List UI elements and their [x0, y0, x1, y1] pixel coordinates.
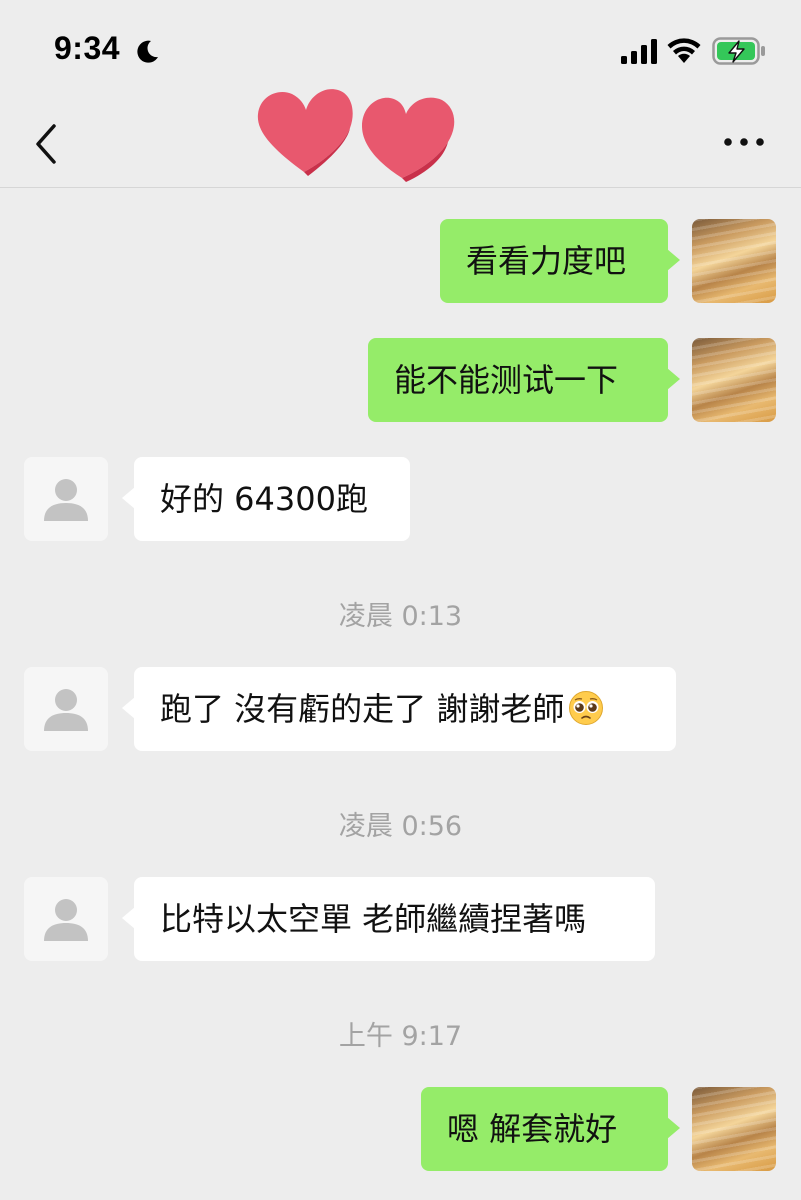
avatar-self[interactable]: [692, 1087, 776, 1171]
message-bubble-self[interactable]: 能不能测试一下: [368, 338, 680, 422]
cellular-signal-icon: [621, 39, 657, 64]
status-time: 9:34: [54, 30, 121, 66]
avatar-self[interactable]: [692, 219, 776, 303]
timestamp: 凌晨 0:13: [338, 601, 463, 632]
message-bubble-self[interactable]: 看看力度吧: [440, 219, 680, 303]
message-bubble-contact[interactable]: 比特以太空單 老師繼續捏著嗎: [122, 877, 655, 961]
moon-icon: [137, 40, 158, 63]
default-user-icon: [44, 899, 88, 941]
default-user-icon: [44, 689, 88, 731]
two-hearts-icon: [257, 89, 455, 182]
chevron-left-icon[interactable]: [30, 122, 60, 166]
default-user-icon: [44, 479, 88, 521]
message-bubble-contact[interactable]: 好的 64300跑: [122, 457, 410, 541]
message-text: 跑了 沒有虧的走了 謝謝老師: [160, 690, 565, 728]
battery-charging-icon: [712, 37, 765, 65]
avatar-contact[interactable]: [24, 457, 108, 541]
message-bubble-self[interactable]: 嗯 解套就好: [421, 1087, 680, 1171]
pleading-face-icon: [569, 691, 604, 725]
avatar-self[interactable]: [692, 338, 776, 422]
avatar-contact[interactable]: [24, 667, 108, 751]
timestamp: 上午 9:17: [338, 1021, 463, 1052]
message-bubble-contact[interactable]: 跑了 沒有虧的走了 謝謝老師: [122, 667, 676, 751]
more-dots-icon[interactable]: [722, 130, 766, 154]
avatar-contact[interactable]: [24, 877, 108, 961]
wifi-icon: [667, 38, 701, 63]
timestamp: 凌晨 0:56: [338, 811, 463, 842]
